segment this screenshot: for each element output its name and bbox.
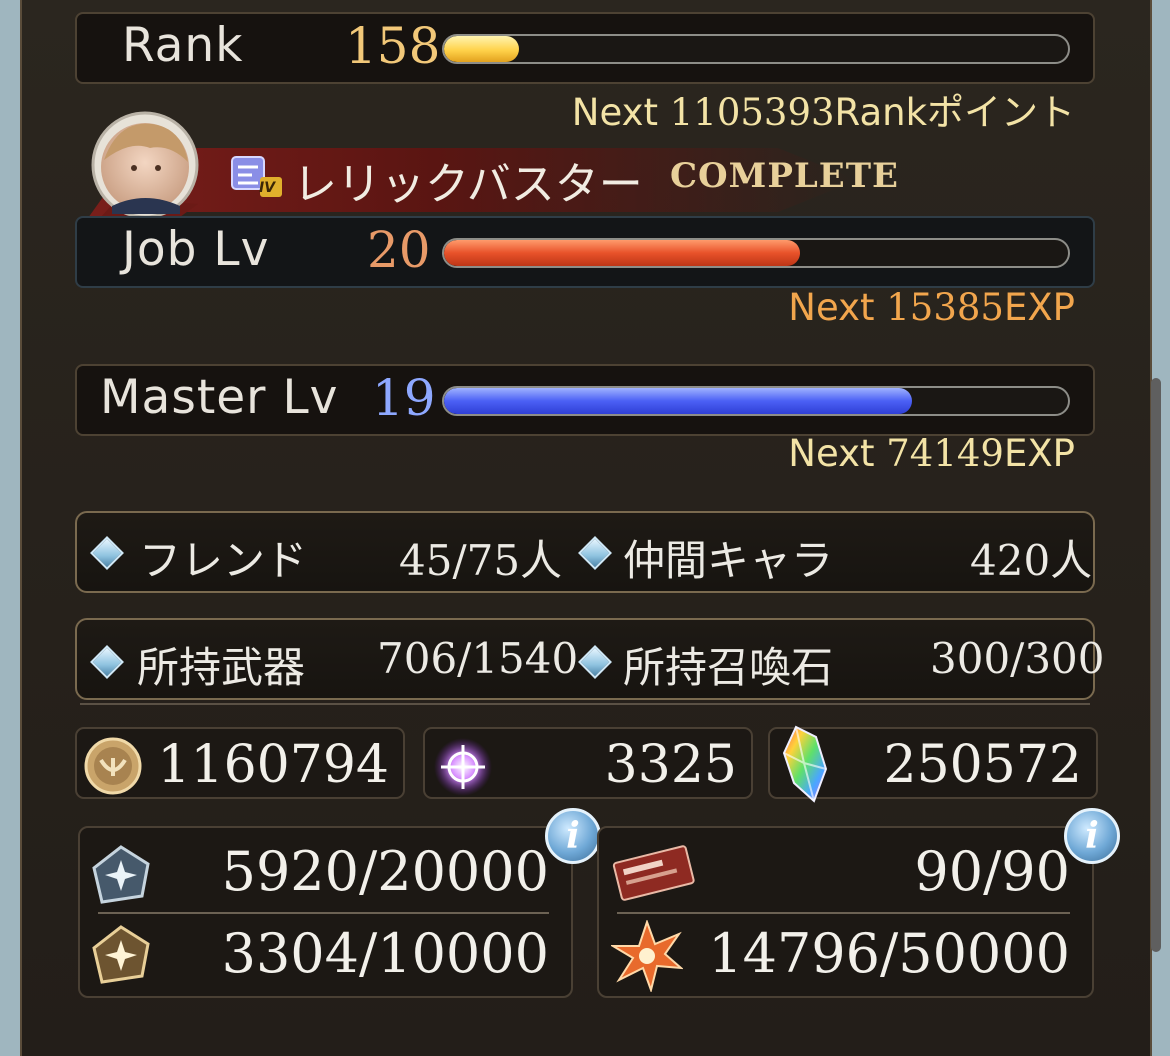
rupie-value: 1160794 <box>157 735 389 795</box>
bp-icon <box>92 925 150 984</box>
weapons-value: 706/1540 <box>377 634 579 683</box>
job-level-value: 20 <box>367 221 431 279</box>
ap-icon <box>92 845 150 904</box>
ticket-icon <box>612 845 695 901</box>
tickets-value: 90/90 <box>914 840 1070 903</box>
scrollbar[interactable] <box>1151 378 1161 952</box>
bp-value: 3304/10000 <box>221 922 549 985</box>
ap-bp-box: 5920/20000 3304/10000 <box>78 826 573 998</box>
info-icon[interactable]: i <box>545 808 601 864</box>
job-level-next: Next 15385EXP <box>788 286 1075 329</box>
master-level-next: Next 74149EXP <box>788 432 1075 475</box>
master-level-progress-bar <box>442 386 1070 416</box>
master-level-value: 19 <box>372 369 436 427</box>
crystals-box: 250572 <box>768 725 1098 803</box>
summons-value: 300/300 <box>930 634 1105 683</box>
weapons-label: 所持武器 <box>137 643 306 692</box>
crystal-point-icon <box>434 738 492 796</box>
rank-box: Rank 158 <box>75 12 1095 84</box>
master-level-label: Master Lv <box>100 370 339 425</box>
tickets-box: 90/90 14796/50000 <box>597 826 1094 998</box>
job-name: レリックバスター <box>293 159 643 210</box>
fragment-burst-icon <box>611 920 683 992</box>
job-tier-badge: IV <box>259 180 276 196</box>
rupie-coin-icon <box>84 737 142 795</box>
row-divider <box>98 912 549 914</box>
characters-value: 420人 <box>970 536 1093 585</box>
inventory-stats-box: 所持武器 706/1540 所持召喚石 300/300 <box>75 618 1104 700</box>
rank-label: Rank <box>122 18 244 73</box>
diamond-bullet-icon <box>578 645 612 679</box>
job-level-box: Job Lv 20 <box>75 216 1095 288</box>
ap-value: 5920/20000 <box>221 840 549 903</box>
job-level-label: Job Lv <box>122 222 270 277</box>
master-level-box: Master Lv 19 <box>75 364 1095 436</box>
master-level-progress-fill <box>444 388 912 414</box>
social-stats-box: フレンド 45/75人 仲間キャラ 420人 <box>75 511 1095 593</box>
characters-label: 仲間キャラ <box>623 536 834 585</box>
crystal-point-value: 3325 <box>604 735 737 795</box>
rank-progress-fill <box>444 36 519 62</box>
summons-label: 所持召喚石 <box>623 643 834 692</box>
friends-label: フレンド <box>139 536 308 585</box>
friends-value: 45/75人 <box>399 536 563 585</box>
row-divider <box>617 912 1070 914</box>
character-avatar[interactable] <box>90 110 200 220</box>
diamond-bullet-icon <box>578 536 612 570</box>
fragments-value: 14796/50000 <box>708 922 1070 985</box>
section-divider <box>80 703 1090 705</box>
crystal-point-box: 3325 <box>423 727 753 799</box>
job-level-progress-bar <box>442 238 1070 268</box>
crystals-value: 250572 <box>883 735 1082 795</box>
diamond-bullet-icon <box>90 645 124 679</box>
rank-value: 158 <box>345 17 441 75</box>
job-complete-status: COMPLETE <box>670 156 899 196</box>
rupie-box: 1160794 <box>75 727 405 799</box>
info-icon[interactable]: i <box>1064 808 1120 864</box>
diamond-bullet-icon <box>90 536 124 570</box>
crystal-icon <box>782 725 828 803</box>
rank-progress-bar <box>442 34 1070 64</box>
job-level-progress-fill <box>444 240 800 266</box>
job-class-icon <box>231 156 282 197</box>
